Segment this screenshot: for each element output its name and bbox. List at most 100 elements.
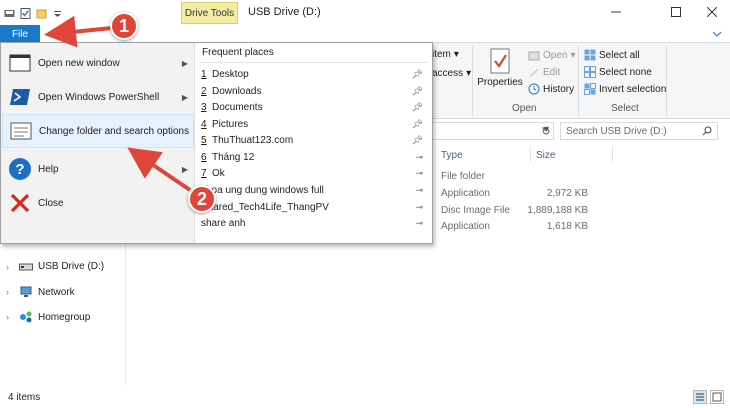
expand-ribbon-icon[interactable] [712,29,722,39]
frequent-place-name: Downloads [212,85,262,97]
menu-label: Open new window [38,57,120,69]
invert-selection-button[interactable]: Invert selection [584,83,666,95]
unpinned-icon[interactable]: ⊸ [415,218,423,229]
open-group-label: Open [512,103,537,114]
address-bar[interactable]: ▾ [432,122,554,140]
close-icon [707,7,717,17]
frequent-place-name: Pictures [212,118,249,130]
drive-tools-tab[interactable]: Drive Tools [181,2,238,24]
column-header-size[interactable]: Size [536,150,555,161]
unpinned-icon[interactable]: ⊸ [415,185,423,196]
ribbon-access-partial[interactable]: access ▾ [432,68,471,79]
ribbon-item-partial[interactable]: item ▾ [432,49,459,60]
close-window-button[interactable] [696,0,728,24]
file-menu: Open new window ▶ Open Windows PowerShel… [0,42,433,244]
properties-button[interactable]: Properties [477,47,523,88]
refresh-button[interactable]: ↻ [539,124,553,138]
accelerator-number: 7 [201,167,207,179]
save-icon[interactable] [4,8,15,19]
usb-drive-icon [19,263,33,270]
select-all-button[interactable]: Select all [584,49,640,61]
frequent-place-item[interactable]: 6 Tháng 12 ⊸ [201,149,429,165]
frequent-place-item[interactable]: 3 Documents 📌︎ [201,99,429,115]
minimize-button[interactable] [600,0,632,24]
frequent-place-item[interactable]: Shared_Tech4Life_ThangPV ⊸ [201,199,429,215]
new-folder-icon[interactable] [36,8,47,19]
pin-icon[interactable]: 📌︎ [412,135,423,146]
select-none-button[interactable]: Select none [584,66,652,78]
window-title: USB Drive (D:) [248,6,321,18]
nav-item-homegroup[interactable]: › Homegroup [6,311,90,323]
frequent-place-item[interactable]: 2 Downloads 📌︎ [201,83,429,99]
accelerator-number: 2 [201,85,207,97]
pin-icon[interactable]: 📌︎ [412,102,423,113]
column-separator[interactable] [530,146,531,162]
frequent-place-item[interactable]: khoa ung dung windows full ⊸ [201,182,429,198]
frequent-place-item[interactable]: 4 Pictures 📌︎ [201,116,429,132]
menu-item-open-new-window[interactable]: Open new window ▶ [2,46,194,80]
accelerator-number: 4 [201,118,207,130]
frequent-place-item[interactable]: share anh ⊸ [201,215,429,231]
chevron-right-icon[interactable]: › [6,262,14,272]
unpinned-icon[interactable]: ⊸ [415,152,423,163]
properties-label: Properties [477,77,523,88]
search-input[interactable]: Search USB Drive (D:) [560,122,718,140]
frequent-place-name: khoa ung dung windows full [201,184,324,196]
nav-label: USB Drive (D:) [38,261,105,272]
frequent-place-name: Documents [212,101,263,113]
frequent-place-name: Shared_Tech4Life_ThangPV [201,201,329,213]
chevron-right-icon[interactable]: › [6,312,14,322]
group-separator [472,46,473,116]
accelerator-number: 6 [201,151,207,163]
menu-label: Help [38,163,59,175]
edit-button[interactable]: Edit [528,66,560,78]
pin-icon[interactable]: 📌︎ [412,119,423,130]
item-count: 4 items [8,392,41,403]
file-tab[interactable]: File [0,25,40,43]
nav-label: Network [38,286,75,298]
unpinned-icon[interactable]: ⊸ [415,202,423,213]
nav-item-usb-drive[interactable]: › USB Drive (D:) [6,261,104,272]
menu-item-help[interactable]: ? Help ▶ [2,152,194,186]
svg-text:?: ? [15,161,24,178]
select-group-label: Select [611,103,639,114]
pin-icon[interactable]: 📌︎ [412,86,423,97]
powershell-icon [8,85,32,109]
accelerator-number: 3 [201,101,207,113]
menu-item-change-folder-options[interactable]: Change folder and search options [2,114,194,148]
column-separator[interactable] [612,146,613,162]
help-icon: ? [8,157,32,181]
frequent-place-name: Ok [212,167,225,179]
properties-icon[interactable] [20,7,31,19]
customize-icon[interactable] [52,8,63,19]
cell-size: 1,618 KB [546,221,588,232]
frequent-place-item[interactable]: 5 ThuThuat123.com 📌︎ [201,132,429,148]
divider [200,62,428,63]
frequent-place-item[interactable]: 1 Desktop 📌︎ [201,66,429,82]
history-icon [528,83,540,95]
menu-label: Close [38,197,64,209]
frequent-place-item[interactable]: 7 Ok ⊸ [201,165,429,181]
frequent-place-name: ThuThuat123.com [212,134,294,146]
minimize-icon [611,11,621,13]
chevron-right-icon[interactable]: › [6,287,14,297]
open-button[interactable]: Open ▾ [528,49,576,61]
nav-item-network[interactable]: › Network [6,286,75,298]
frequent-places-title: Frequent places [202,47,274,58]
column-header-type[interactable]: Type [441,150,463,161]
details-view-button[interactable] [693,390,707,404]
history-button[interactable]: History [528,83,574,95]
pin-icon[interactable]: 📌︎ [412,69,423,80]
menu-item-close[interactable]: Close [2,186,194,220]
select-none-label: Select none [599,66,652,78]
menu-item-open-powershell[interactable]: Open Windows PowerShell ▶ [2,80,194,114]
maximize-button[interactable] [660,0,692,24]
annotation-badge-1: 1 [110,12,138,40]
select-all-icon [584,49,596,61]
details-view-icon [696,393,704,401]
open-label: Open [543,49,568,61]
large-icons-view-button[interactable] [710,390,724,404]
unpinned-icon[interactable]: ⊸ [415,168,423,179]
file-menu-commands: Open new window ▶ Open Windows PowerShel… [1,43,195,243]
dropdown-icon: ▾ [466,68,472,79]
